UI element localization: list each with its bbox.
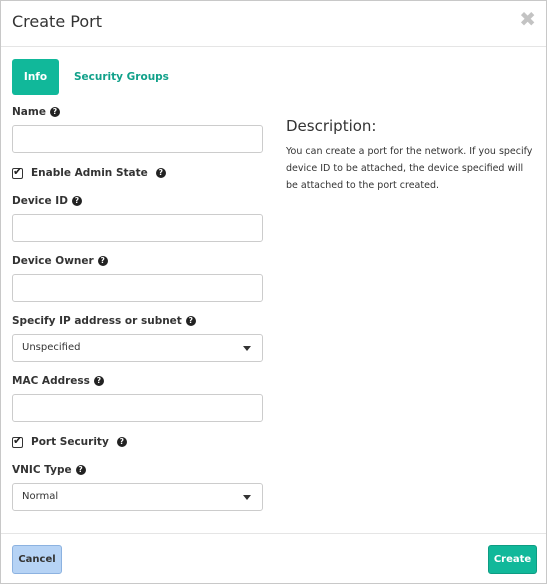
- help-icon[interactable]: ?: [71, 196, 82, 206]
- device-owner-label: Device Owner ?: [12, 255, 108, 267]
- modal-title: Create Port: [12, 12, 102, 31]
- modal-header: Create Port ✖: [1, 1, 546, 47]
- check-icon: ✔: [13, 164, 23, 178]
- ip-subnet-selected-value: Unspecified: [22, 342, 81, 353]
- mac-address-label: MAC Address ?: [12, 375, 104, 387]
- tab-info[interactable]: Info: [12, 59, 59, 95]
- help-icon[interactable]: ?: [49, 107, 60, 117]
- admin-state-label: Enable Admin State: [31, 167, 148, 179]
- cancel-button[interactable]: Cancel: [12, 545, 62, 574]
- device-id-input[interactable]: [12, 214, 263, 242]
- admin-state-checkbox[interactable]: ✔: [12, 164, 23, 179]
- help-icon[interactable]: ?: [97, 256, 108, 266]
- caret-down-icon: [243, 495, 251, 500]
- device-id-label: Device ID ?: [12, 195, 82, 207]
- close-icon[interactable]: ✖: [519, 9, 536, 29]
- help-icon[interactable]: ?: [185, 316, 196, 326]
- create-port-modal: Create Port ✖ Info Security Groups Name …: [0, 0, 547, 584]
- ip-subnet-label: Specify IP address or subnet ?: [12, 315, 196, 327]
- port-security-row: ✔ Port Security ?: [12, 433, 127, 448]
- help-icon[interactable]: ?: [75, 465, 86, 475]
- vnic-type-label-text: VNIC Type: [12, 464, 72, 476]
- mac-address-label-text: MAC Address: [12, 375, 90, 387]
- ip-subnet-select[interactable]: Unspecified: [12, 334, 263, 362]
- device-id-label-text: Device ID: [12, 195, 68, 207]
- caret-down-icon: [243, 346, 251, 351]
- help-icon[interactable]: ?: [155, 168, 166, 178]
- help-icon[interactable]: ?: [116, 437, 127, 447]
- mac-address-input[interactable]: [12, 394, 263, 422]
- name-label: Name ?: [12, 106, 60, 118]
- description-text: You can create a port for the network. I…: [286, 146, 533, 191]
- check-icon: ✔: [13, 433, 23, 447]
- name-input[interactable]: [12, 125, 263, 153]
- admin-state-row: ✔ Enable Admin State ?: [12, 164, 166, 179]
- vnic-type-selected-value: Normal: [22, 491, 59, 502]
- port-security-checkbox[interactable]: ✔: [12, 433, 23, 448]
- description-title: Description:: [286, 117, 377, 135]
- name-label-text: Name: [12, 106, 46, 118]
- vnic-type-select[interactable]: Normal: [12, 483, 263, 511]
- ip-subnet-label-text: Specify IP address or subnet: [12, 315, 182, 327]
- device-owner-label-text: Device Owner: [12, 255, 94, 267]
- port-security-label: Port Security: [31, 436, 109, 448]
- help-icon[interactable]: ?: [93, 376, 104, 386]
- tab-security-groups[interactable]: Security Groups: [74, 59, 169, 95]
- vnic-type-label: VNIC Type ?: [12, 464, 86, 476]
- modal-footer: Cancel Create: [1, 533, 546, 584]
- device-owner-input[interactable]: [12, 274, 263, 302]
- create-button[interactable]: Create: [488, 545, 537, 574]
